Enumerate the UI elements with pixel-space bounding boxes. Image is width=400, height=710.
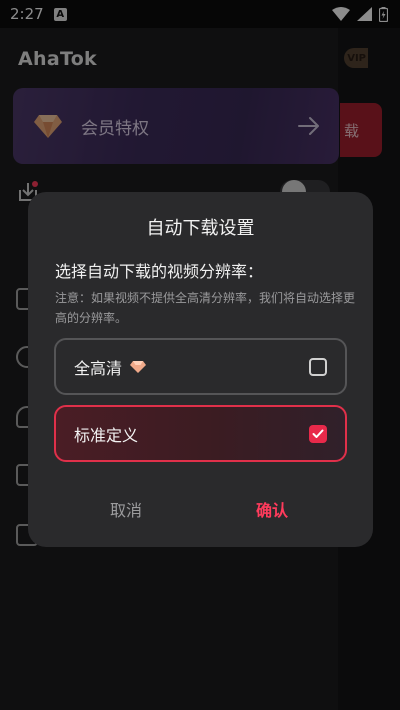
cancel-button[interactable]: 取消 (110, 497, 142, 521)
confirm-button[interactable]: 确认 (256, 497, 288, 521)
option-label: 标准定义 (74, 425, 139, 445)
option-full-hd[interactable]: 全高清 (54, 338, 347, 395)
dialog-note: 注意：如果视频不提供全高清分辨率，我们将自动选择更高的分辨率。 (55, 291, 356, 325)
checkmark-icon (312, 429, 324, 438)
auto-download-dialog: 自动下载设置 选择自动下载的视频分辨率： 注意：如果视频不提供全高清分辨率，我们… (28, 192, 373, 547)
checkbox-full-hd[interactable] (309, 357, 327, 376)
dialog-subtitle: 选择自动下载的视频分辨率： (55, 262, 264, 281)
premium-diamond-icon (130, 360, 147, 373)
option-standard-definition[interactable]: 标准定义 (54, 405, 347, 462)
dialog-title: 自动下载设置 (146, 218, 255, 239)
checkbox-standard-definition[interactable] (309, 424, 327, 443)
option-label: 全高清 (74, 358, 123, 378)
